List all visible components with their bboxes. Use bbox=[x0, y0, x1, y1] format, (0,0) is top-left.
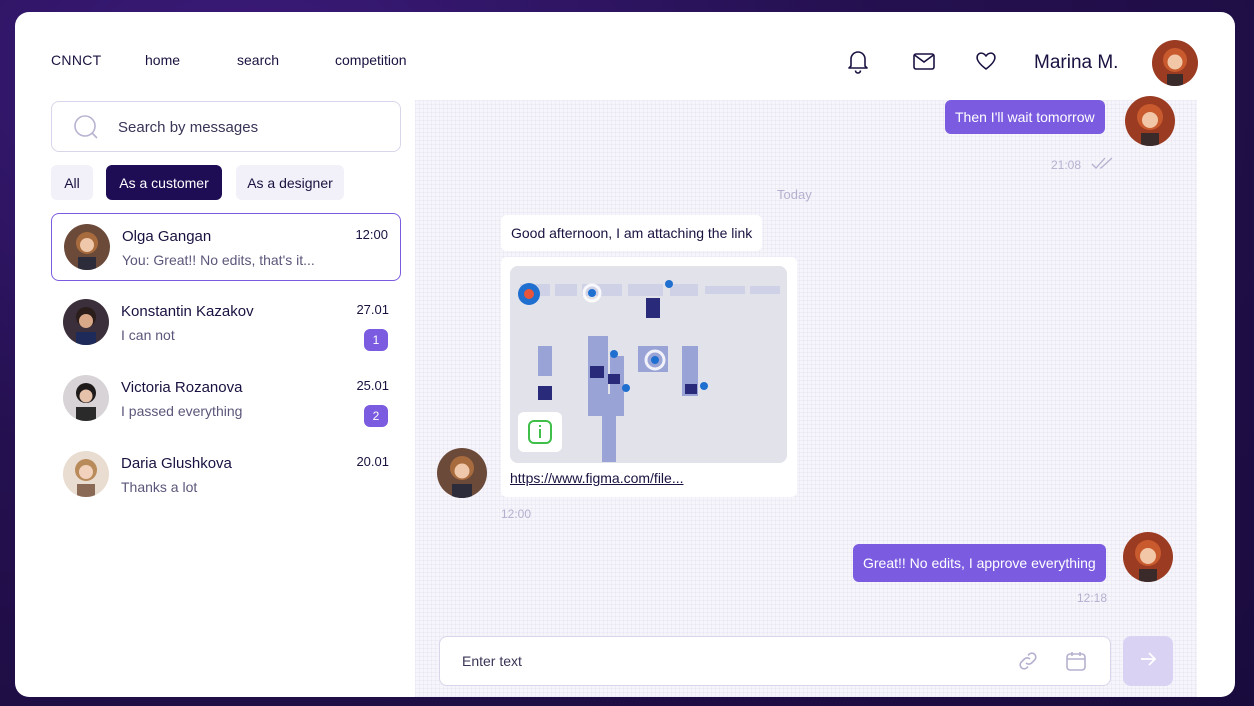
link-preview-image[interactable] bbox=[510, 266, 787, 463]
conversation-item[interactable]: Daria Glushkova Thanks a lot 20.01 bbox=[51, 441, 401, 509]
calendar-icon[interactable] bbox=[1064, 649, 1088, 678]
conversation-preview: I passed everything bbox=[121, 403, 243, 419]
figma-link[interactable]: https://www.figma.com/file... bbox=[510, 470, 684, 486]
date-separator: Today bbox=[777, 187, 812, 202]
nav-search[interactable]: search bbox=[237, 52, 279, 68]
message-out: Great!! No edits, I approve everything bbox=[853, 544, 1106, 582]
contact-avatar bbox=[437, 448, 487, 498]
arrow-right-icon bbox=[1138, 649, 1158, 674]
conversation-item[interactable]: Victoria Rozanova I passed everything 25… bbox=[51, 365, 401, 433]
message-input[interactable] bbox=[462, 649, 982, 673]
avatar bbox=[63, 299, 109, 345]
mail-icon[interactable] bbox=[911, 48, 937, 74]
avatar bbox=[63, 375, 109, 421]
user-avatar[interactable] bbox=[1152, 40, 1198, 86]
chat-panel: Then I'll wait tomorrow 21:08 Today Good… bbox=[415, 96, 1197, 697]
search-input[interactable] bbox=[118, 114, 378, 140]
avatar bbox=[63, 451, 109, 497]
message-time: 21:08 bbox=[1051, 158, 1082, 172]
conversation-item[interactable]: Konstantin Kazakov I can not 27.01 1 bbox=[51, 289, 401, 357]
message-in: Good afternoon, I am attaching the link bbox=[501, 215, 763, 251]
app-window: CNNCT home search competition Marina M. bbox=[15, 12, 1235, 697]
message-out: Then I'll wait tomorrow bbox=[945, 100, 1105, 134]
conversation-preview: I can not bbox=[121, 327, 175, 343]
filter-as-designer[interactable]: As a designer bbox=[236, 165, 344, 200]
conversation-time: 20.01 bbox=[356, 454, 389, 469]
read-check-icon bbox=[1091, 156, 1115, 175]
conversation-name: Konstantin Kazakov bbox=[121, 303, 254, 320]
conversation-item[interactable]: Olga Gangan You: Great!! No edits, that'… bbox=[51, 213, 401, 281]
logo[interactable]: CNNCT bbox=[51, 52, 102, 68]
send-button[interactable] bbox=[1123, 636, 1173, 686]
link-attachment[interactable]: https://www.figma.com/file... bbox=[501, 257, 797, 497]
conversation-time: 25.01 bbox=[356, 378, 389, 393]
message-time: 12:00 bbox=[501, 507, 532, 521]
conversation-preview: You: Great!! No edits, that's it... bbox=[122, 252, 315, 268]
user-avatar bbox=[1123, 532, 1173, 582]
filter-as-customer[interactable]: As a customer bbox=[106, 165, 222, 200]
user-avatar bbox=[1125, 96, 1175, 146]
conversation-name: Victoria Rozanova bbox=[121, 379, 243, 396]
user-name[interactable]: Marina M. bbox=[1034, 52, 1118, 74]
avatar bbox=[64, 224, 110, 270]
conversation-name: Olga Gangan bbox=[122, 228, 212, 245]
search-icon bbox=[72, 113, 100, 141]
bell-icon[interactable] bbox=[845, 48, 871, 74]
conversation-time: 27.01 bbox=[356, 302, 389, 317]
nav-competition[interactable]: competition bbox=[335, 52, 407, 68]
filter-all[interactable]: All bbox=[51, 165, 93, 200]
message-time: 12:18 bbox=[1077, 591, 1108, 605]
unread-badge: 1 bbox=[364, 329, 388, 351]
heart-icon[interactable] bbox=[973, 48, 999, 74]
message-input-box[interactable] bbox=[439, 636, 1111, 686]
conversation-name: Daria Glushkova bbox=[121, 455, 232, 472]
attach-link-icon[interactable] bbox=[1016, 649, 1040, 678]
conversation-preview: Thanks a lot bbox=[121, 479, 198, 495]
conversation-time: 12:00 bbox=[355, 227, 388, 242]
search-field[interactable] bbox=[51, 101, 401, 152]
unread-badge: 2 bbox=[364, 405, 388, 427]
nav-home[interactable]: home bbox=[145, 52, 180, 68]
